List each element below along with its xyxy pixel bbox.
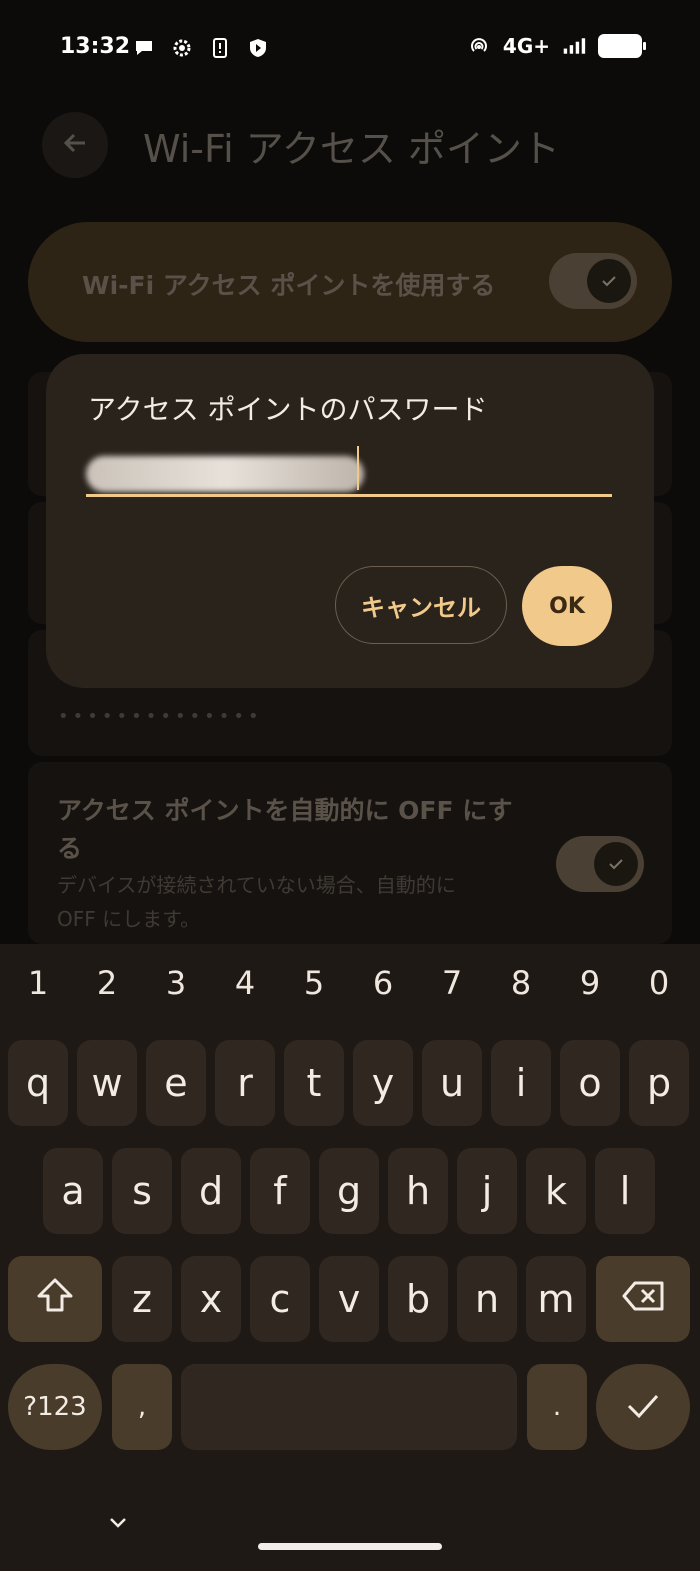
key-r[interactable]: r xyxy=(215,1040,275,1126)
auto-off-description: デバイスが接続されていない場合、自動的に OFF にします。 xyxy=(57,873,456,931)
shift-key[interactable] xyxy=(8,1256,102,1342)
key-e[interactable]: e xyxy=(146,1040,206,1126)
auto-off-title: アクセス ポイントを自動的に OFF にする xyxy=(57,796,513,863)
gear-icon xyxy=(170,36,194,60)
key-1[interactable]: 1 xyxy=(8,964,68,1002)
chat-bubble-icon xyxy=(132,36,156,60)
backspace-key[interactable] xyxy=(596,1256,690,1342)
auto-off-toggle-switch[interactable] xyxy=(556,836,644,892)
key-t[interactable]: t xyxy=(284,1040,344,1126)
period-key[interactable]: . xyxy=(527,1364,587,1450)
key-y[interactable]: y xyxy=(353,1040,413,1126)
text-caret xyxy=(357,446,359,490)
hotspot-icon xyxy=(467,34,491,58)
number-row: 1 2 3 4 5 6 7 8 9 0 xyxy=(0,944,700,1028)
key-i[interactable]: i xyxy=(491,1040,551,1126)
key-m[interactable]: m xyxy=(526,1256,586,1342)
key-0[interactable]: 0 xyxy=(629,964,689,1002)
key-p[interactable]: p xyxy=(629,1040,689,1126)
enter-key[interactable] xyxy=(596,1364,690,1450)
master-toggle-label: Wi-Fi アクセス ポイントを使用する xyxy=(82,271,496,300)
key-o[interactable]: o xyxy=(560,1040,620,1126)
chevron-down-icon xyxy=(108,1515,128,1534)
space-key[interactable] xyxy=(181,1364,517,1450)
key-b[interactable]: b xyxy=(388,1256,448,1342)
check-icon xyxy=(594,842,638,886)
home-gesture-bar[interactable] xyxy=(258,1543,442,1550)
key-4[interactable]: 4 xyxy=(215,964,275,1002)
check-icon xyxy=(587,259,631,303)
password-input-underline xyxy=(86,494,612,497)
key-u[interactable]: u xyxy=(422,1040,482,1126)
key-f[interactable]: f xyxy=(250,1148,310,1234)
key-6[interactable]: 6 xyxy=(353,964,413,1002)
key-s[interactable]: s xyxy=(112,1148,172,1234)
key-a[interactable]: a xyxy=(43,1148,103,1234)
key-2[interactable]: 2 xyxy=(77,964,137,1002)
checkmark-icon xyxy=(625,1385,661,1429)
key-x[interactable]: x xyxy=(181,1256,241,1342)
key-q[interactable]: q xyxy=(8,1040,68,1126)
status-time: 13:32 xyxy=(60,34,131,59)
key-z[interactable]: z xyxy=(112,1256,172,1342)
ok-button[interactable]: OK xyxy=(522,566,612,646)
dialog-title: アクセス ポイントのパスワード xyxy=(88,393,488,426)
key-7[interactable]: 7 xyxy=(422,964,482,1002)
signal-icon xyxy=(562,34,586,58)
keyboard: 1 2 3 4 5 6 7 8 9 0 q w e r t y u i o p … xyxy=(0,944,700,1571)
key-c[interactable]: c xyxy=(250,1256,310,1342)
master-toggle-switch[interactable] xyxy=(549,253,637,309)
key-h[interactable]: h xyxy=(388,1148,448,1234)
phone-alert-icon xyxy=(208,36,232,60)
key-l[interactable]: l xyxy=(595,1148,655,1234)
arrow-left-icon xyxy=(60,128,90,162)
back-button[interactable] xyxy=(42,112,108,178)
key-9[interactable]: 9 xyxy=(560,964,620,1002)
symbols-key[interactable]: ?123 xyxy=(8,1364,102,1450)
backspace-icon xyxy=(621,1277,665,1321)
comma-key[interactable]: , xyxy=(112,1364,172,1450)
password-input-value-blurred[interactable] xyxy=(86,456,364,492)
key-8[interactable]: 8 xyxy=(491,964,551,1002)
shift-arrow-icon xyxy=(35,1277,75,1322)
key-3[interactable]: 3 xyxy=(146,964,206,1002)
battery-icon xyxy=(598,34,646,58)
key-g[interactable]: g xyxy=(319,1148,379,1234)
network-type: 4G+ xyxy=(502,34,550,58)
hide-keyboard-button[interactable] xyxy=(106,1512,130,1536)
key-v[interactable]: v xyxy=(319,1256,379,1342)
key-5[interactable]: 5 xyxy=(284,964,344,1002)
shield-play-icon xyxy=(246,36,270,60)
key-k[interactable]: k xyxy=(526,1148,586,1234)
key-w[interactable]: w xyxy=(77,1040,137,1126)
page-title: Wi-Fi アクセス ポイント xyxy=(143,127,560,171)
key-n[interactable]: n xyxy=(457,1256,517,1342)
key-d[interactable]: d xyxy=(181,1148,241,1234)
password-dots: •••••••••••••• xyxy=(58,706,263,727)
cancel-button[interactable]: キャンセル xyxy=(335,566,507,644)
status-icons-right: 4G+ xyxy=(467,34,646,58)
key-j[interactable]: j xyxy=(457,1148,517,1234)
status-icons-left xyxy=(132,36,270,60)
